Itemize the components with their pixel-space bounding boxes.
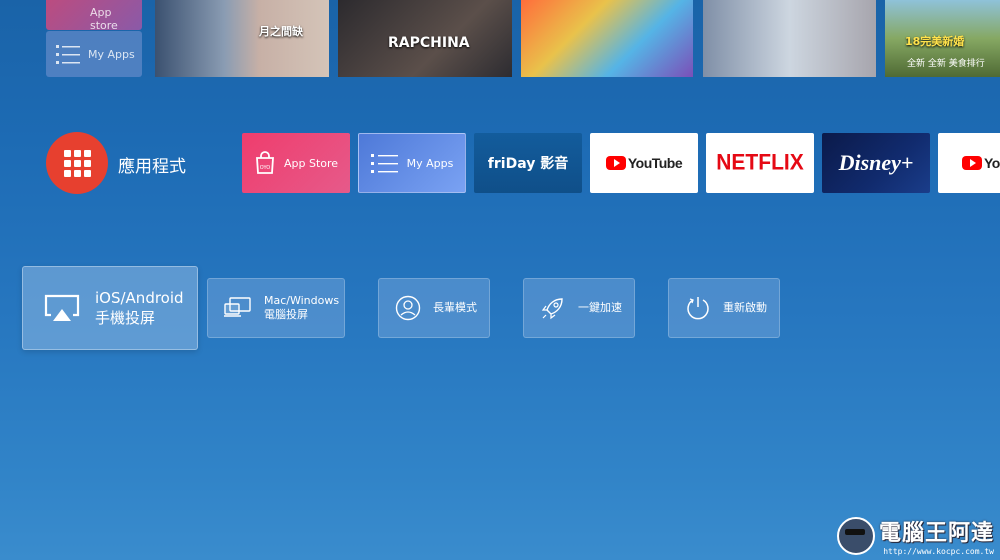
content-row: App store My Apps 月之間缺 RAPCHINA 18完美新婚 全…	[0, 0, 1000, 80]
cast-label-line1: 長輩模式	[433, 301, 477, 314]
monitor-icon	[224, 297, 251, 317]
cast-label-line1: Mac/Windows	[264, 294, 340, 307]
thumbnail-caption: 18完美新婚	[905, 35, 965, 48]
shopping-bag-icon: OYO	[256, 151, 274, 174]
disney-plus-tile[interactable]: Disney+	[822, 133, 930, 193]
mini-tile-label: My Apps	[88, 47, 135, 61]
video-thumbnail[interactable]: 18完美新婚 全新 全新 美食排行	[885, 0, 1000, 77]
watermark-url: http://www.kocpc.com.tw	[883, 547, 994, 556]
youtube-tile-secondary[interactable]: You	[938, 133, 1000, 193]
rocket-icon	[541, 298, 563, 320]
svg-text:OYO: OYO	[260, 165, 270, 171]
my-apps-tile[interactable]: My Apps	[358, 133, 466, 193]
youtube-play-icon	[962, 156, 982, 170]
app-store-tile[interactable]: OYO App Store	[242, 133, 350, 193]
list-icon	[370, 154, 398, 173]
mini-app-store-tile[interactable]: App store	[46, 0, 142, 32]
computer-cast-button[interactable]: Mac/Windows 電腦投屏	[207, 278, 345, 338]
cast-label-line1: 重新啟動	[723, 301, 767, 314]
site-watermark: 電腦王阿達 http://www.kocpc.com.tw	[836, 515, 994, 556]
apps-grid-icon	[63, 149, 91, 177]
restart-icon	[687, 297, 709, 320]
youtube-tile[interactable]: YouTube	[590, 133, 698, 193]
friday-video-tile[interactable]: friDay 影音	[474, 133, 582, 193]
airplay-icon	[44, 294, 80, 321]
video-thumbnail[interactable]	[703, 0, 876, 77]
friday-logo: friDay 影音	[487, 156, 569, 172]
video-thumbnail[interactable]: 月之間缺	[155, 0, 329, 77]
thumbnail-subcaption: 全新 全新 美食排行	[907, 59, 985, 69]
youtube-play-icon	[605, 156, 626, 170]
app-store-label: App Store	[283, 156, 339, 170]
elder-face-icon	[395, 295, 421, 321]
mini-my-apps-tile[interactable]: My Apps	[46, 31, 142, 77]
mascot-icon	[836, 516, 875, 555]
thumbnail-caption: RAPCHINA	[388, 35, 470, 51]
youtube-logo-text: You	[984, 155, 1000, 171]
netflix-logo: NETFLIX	[716, 150, 804, 175]
youtube-logo-text: YouTube	[627, 155, 683, 171]
elder-mode-button[interactable]: 長輩模式	[378, 278, 490, 338]
one-click-boost-button[interactable]: 一鍵加速	[523, 278, 635, 338]
apps-grid-button[interactable]	[46, 132, 108, 194]
thumbnail-caption: 月之間缺	[259, 25, 303, 38]
cast-label-line1: 一鍵加速	[578, 301, 622, 314]
netflix-tile[interactable]: NETFLIX	[706, 133, 814, 193]
phone-cast-button[interactable]: iOS/Android 手機投屏	[22, 266, 198, 350]
watermark-title: 電腦王阿達	[878, 521, 994, 546]
list-icon	[56, 45, 80, 64]
cast-label-line2: 手機投屏	[95, 309, 156, 327]
my-apps-label: My Apps	[406, 156, 454, 170]
restart-button[interactable]: 重新啟動	[668, 278, 780, 338]
cast-label-line2: 電腦投屏	[264, 308, 308, 321]
video-thumbnail[interactable]: RAPCHINA	[338, 0, 512, 77]
disney-plus-logo: Disney+	[838, 150, 914, 175]
apps-section-label: 應用程式	[118, 157, 186, 177]
video-thumbnail[interactable]	[521, 0, 693, 77]
mini-tile-label: App store	[90, 6, 118, 32]
cast-label-line1: iOS/Android	[95, 289, 184, 307]
